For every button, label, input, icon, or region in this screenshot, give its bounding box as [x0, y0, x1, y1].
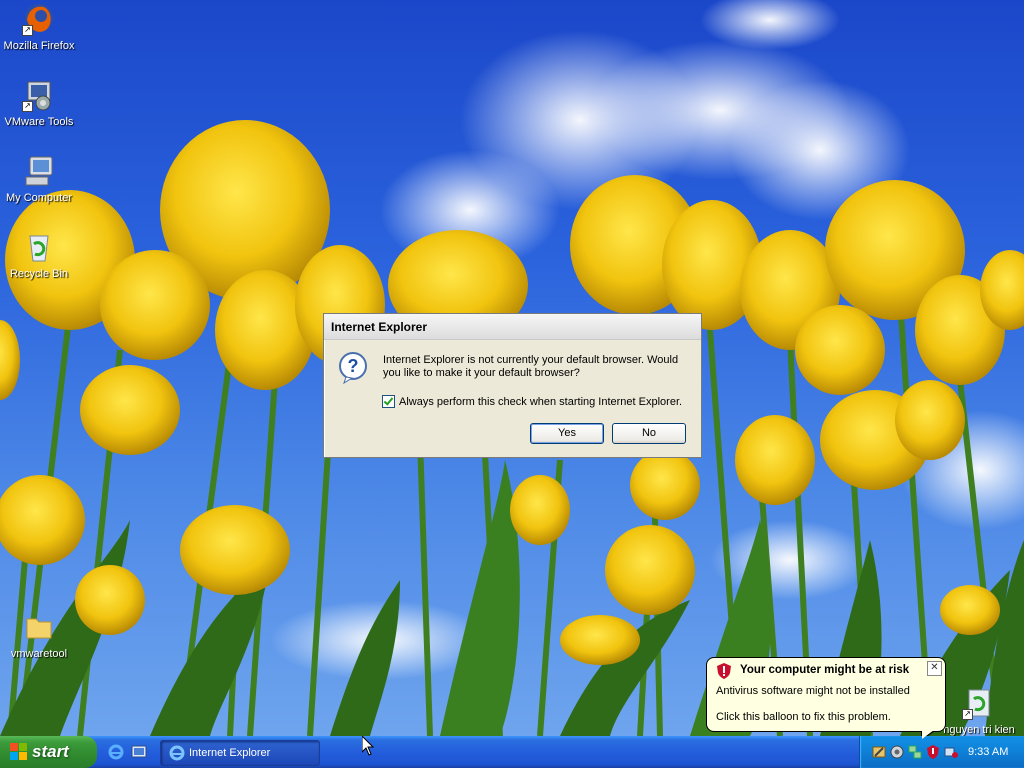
- nguyen-tri-kien-desktop-icon[interactable]: ↗ nguyen tri kien: [936, 686, 1022, 736]
- taskbar: start Internet Explorer 9:33 AM: [0, 736, 1024, 768]
- recycle-bin-icon: [22, 230, 56, 264]
- desktop-icon-label: vmwaretool: [10, 648, 68, 660]
- desktop-icon-label: nguyen tri kien: [943, 724, 1015, 736]
- desktop-icon-label: VMware Tools: [4, 116, 74, 128]
- tray-security-shield-icon[interactable]: [926, 745, 940, 759]
- svg-text:?: ?: [348, 356, 359, 376]
- tray-vmware-icon[interactable]: [890, 745, 904, 759]
- vmware-tools-desktop-icon[interactable]: ↗ VMware Tools: [0, 78, 78, 129]
- balloon-line-2: Click this balloon to fix this problem.: [716, 711, 891, 723]
- shield-icon: [717, 663, 731, 679]
- vmwaretool-folder-icon[interactable]: vmwaretool: [0, 610, 78, 661]
- computer-icon: [22, 154, 56, 188]
- no-button[interactable]: No: [612, 423, 686, 444]
- start-label: start: [32, 742, 69, 761]
- firefox-desktop-icon[interactable]: ↗ Mozilla Firefox: [0, 2, 78, 53]
- ie-icon: [169, 745, 185, 761]
- taskbar-button-internet-explorer[interactable]: Internet Explorer: [160, 740, 320, 766]
- vmware-tools-icon: ↗: [22, 78, 56, 112]
- start-button[interactable]: start: [0, 736, 97, 768]
- always-check-checkbox[interactable]: Always perform this check when starting …: [382, 395, 682, 408]
- quicklaunch-ie-icon[interactable]: [108, 744, 124, 760]
- taskbar-button-label: Internet Explorer: [189, 747, 271, 759]
- quicklaunch-show-desktop-icon[interactable]: [131, 744, 147, 760]
- recycle-shortcut-icon: ↗: [962, 686, 996, 720]
- folder-icon: [22, 610, 56, 644]
- desktop-icon-label: My Computer: [5, 192, 73, 204]
- security-balloon[interactable]: Your computer might be at risk Antivirus…: [706, 657, 946, 741]
- desktop-icon-label: Recycle Bin: [9, 268, 69, 280]
- balloon-line-1: Antivirus software might not be installe…: [716, 685, 910, 697]
- question-icon: ?: [338, 352, 370, 385]
- clock[interactable]: 9:33 AM: [968, 746, 1008, 758]
- dialog-message: Internet Explorer is not currently your …: [383, 354, 679, 379]
- checkbox-box[interactable]: [382, 395, 395, 408]
- windows-flag-icon: [10, 743, 28, 761]
- desktop-icon-label: Mozilla Firefox: [3, 40, 75, 52]
- dialog-title: Internet Explorer: [331, 320, 428, 334]
- tray-network-warning-icon[interactable]: [944, 745, 958, 759]
- recycle-bin-desktop-icon[interactable]: Recycle Bin: [0, 230, 78, 281]
- balloon-title: Your computer might be at risk: [740, 664, 910, 676]
- close-icon[interactable]: ✕: [927, 661, 942, 676]
- system-tray: 9:33 AM: [859, 736, 1024, 768]
- tray-network-icon[interactable]: [908, 745, 922, 759]
- mouse-cursor-icon: [361, 734, 375, 756]
- yes-button[interactable]: Yes: [530, 423, 604, 444]
- tray-tools-icon[interactable]: [872, 745, 886, 759]
- checkbox-label: Always perform this check when starting …: [399, 395, 683, 408]
- my-computer-desktop-icon[interactable]: My Computer: [0, 154, 78, 205]
- firefox-icon: ↗: [22, 2, 56, 36]
- default-browser-dialog: Internet Explorer ? Internet Explorer is…: [323, 313, 702, 458]
